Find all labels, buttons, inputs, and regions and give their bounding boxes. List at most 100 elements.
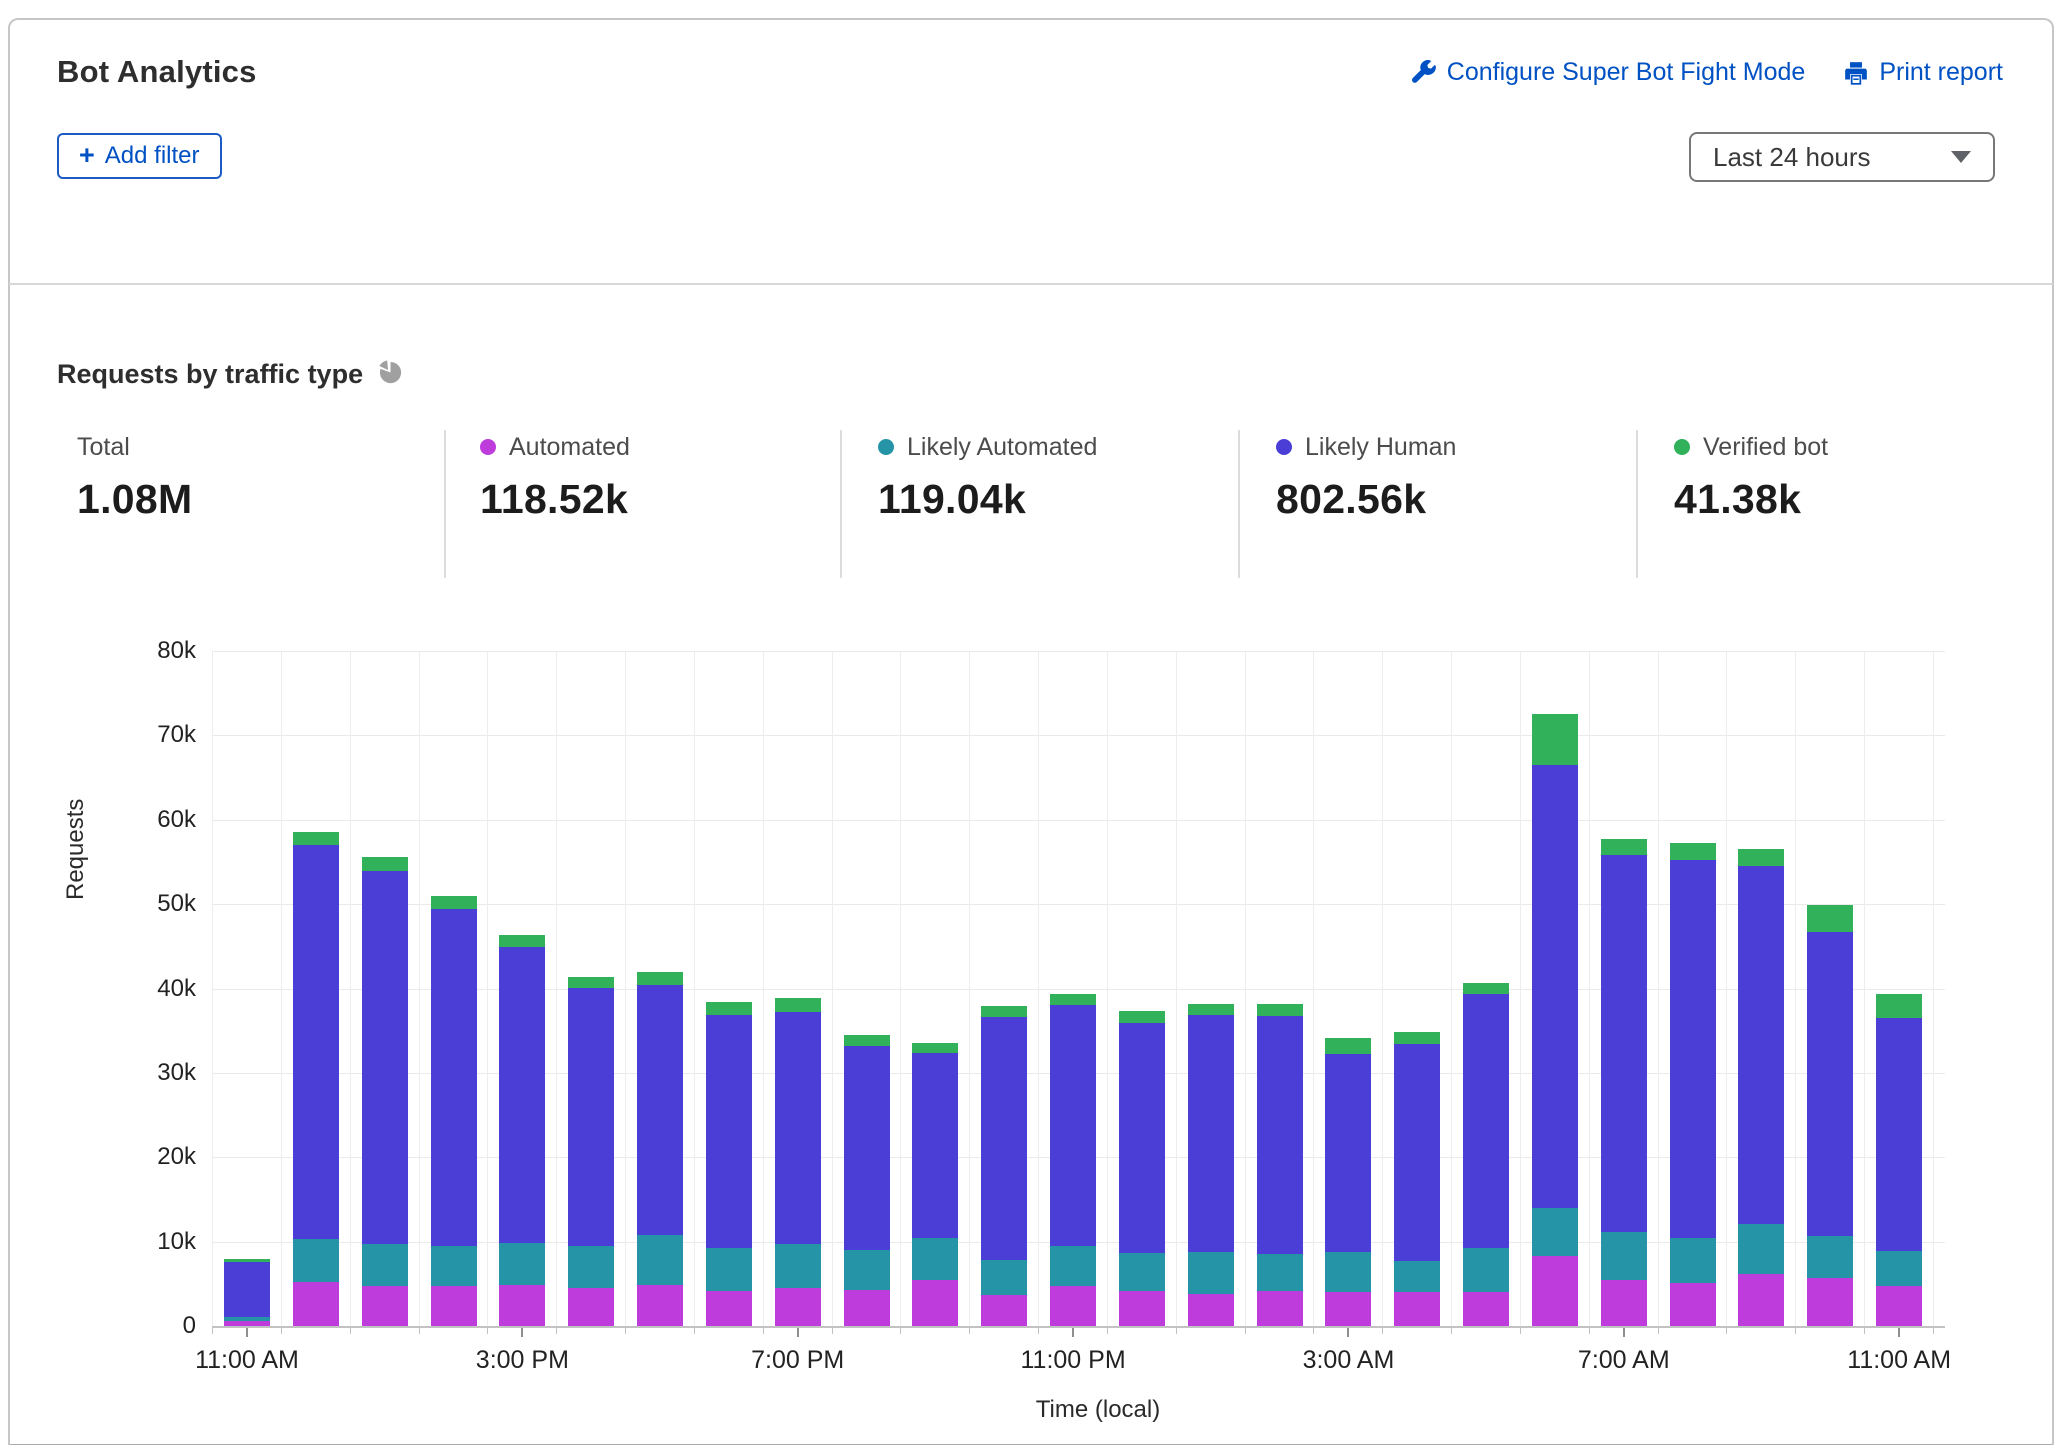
bar-segment-likely-automated[interactable]	[1670, 1238, 1716, 1283]
bar-segment-automated[interactable]	[706, 1291, 752, 1326]
bar-segment-likely-human[interactable]	[1601, 855, 1647, 1231]
bar-segment-automated[interactable]	[1463, 1292, 1509, 1326]
bar-segment-automated[interactable]	[362, 1286, 408, 1326]
bar-segment-verified-bot[interactable]	[1188, 1004, 1234, 1015]
bar-segment-likely-human[interactable]	[1876, 1018, 1922, 1251]
bar-segment-automated[interactable]	[1188, 1294, 1234, 1326]
bar-segment-automated[interactable]	[637, 1285, 683, 1326]
bar-segment-verified-bot[interactable]	[1394, 1032, 1440, 1045]
bar-segment-likely-human[interactable]	[1050, 1005, 1096, 1245]
bar-9-00-am[interactable]	[1738, 849, 1784, 1326]
bar-segment-verified-bot[interactable]	[1050, 994, 1096, 1005]
bar-segment-likely-automated[interactable]	[912, 1238, 958, 1279]
bar-segment-likely-automated[interactable]	[1876, 1251, 1922, 1286]
bar-segment-likely-human[interactable]	[362, 871, 408, 1244]
bar-segment-likely-automated[interactable]	[637, 1235, 683, 1285]
bar-segment-verified-bot[interactable]	[293, 832, 339, 845]
bar-5-00-am[interactable]	[1463, 983, 1509, 1326]
bar-segment-likely-automated[interactable]	[293, 1239, 339, 1282]
bar-segment-likely-human[interactable]	[844, 1046, 890, 1250]
bar-segment-verified-bot[interactable]	[224, 1259, 270, 1262]
bar-segment-likely-automated[interactable]	[1050, 1246, 1096, 1286]
print-report-link[interactable]: Print report	[1843, 58, 2003, 87]
bar-segment-likely-human[interactable]	[981, 1017, 1027, 1260]
time-range-dropdown[interactable]: Last 24 hours	[1689, 132, 1995, 182]
bar-segment-automated[interactable]	[775, 1288, 821, 1326]
bar-segment-automated[interactable]	[1601, 1280, 1647, 1326]
bar-segment-likely-automated[interactable]	[1394, 1261, 1440, 1292]
bar-segment-likely-automated[interactable]	[1601, 1232, 1647, 1280]
bar-segment-verified-bot[interactable]	[1325, 1038, 1371, 1054]
bar-segment-likely-human[interactable]	[568, 988, 614, 1246]
bar-segment-likely-automated[interactable]	[499, 1243, 545, 1284]
bar-segment-likely-automated[interactable]	[1738, 1224, 1784, 1274]
bar-11-00-am[interactable]	[224, 1259, 270, 1327]
bar-segment-verified-bot[interactable]	[362, 857, 408, 871]
bar-segment-automated[interactable]	[1394, 1292, 1440, 1326]
bar-6-00-pm[interactable]	[706, 1002, 752, 1326]
bar-segment-automated[interactable]	[1807, 1278, 1853, 1326]
bar-segment-likely-automated[interactable]	[224, 1317, 270, 1321]
bar-segment-likely-automated[interactable]	[706, 1248, 752, 1290]
bar-segment-likely-human[interactable]	[637, 985, 683, 1235]
bar-7-00-pm[interactable]	[775, 998, 821, 1326]
bar-segment-likely-automated[interactable]	[1325, 1252, 1371, 1293]
bar-segment-likely-human[interactable]	[706, 1015, 752, 1249]
bar-segment-verified-bot[interactable]	[568, 977, 614, 988]
bar-segment-verified-bot[interactable]	[706, 1002, 752, 1015]
bar-segment-automated[interactable]	[1119, 1291, 1165, 1326]
bar-10-00-pm[interactable]	[981, 1006, 1027, 1326]
bar-segment-verified-bot[interactable]	[775, 998, 821, 1012]
bar-3-00-am[interactable]	[1325, 1038, 1371, 1326]
bar-5-00-pm[interactable]	[637, 972, 683, 1326]
bar-9-00-pm[interactable]	[912, 1043, 958, 1326]
bar-11-00-pm[interactable]	[1050, 994, 1096, 1326]
bar-segment-likely-human[interactable]	[1188, 1015, 1234, 1252]
bar-segment-likely-human[interactable]	[1738, 866, 1784, 1224]
bar-segment-likely-human[interactable]	[775, 1012, 821, 1244]
bar-4-00-pm[interactable]	[568, 977, 614, 1326]
bar-segment-verified-bot[interactable]	[1532, 714, 1578, 765]
bar-segment-verified-bot[interactable]	[1670, 843, 1716, 860]
bar-segment-verified-bot[interactable]	[1876, 994, 1922, 1018]
bar-segment-automated[interactable]	[1050, 1286, 1096, 1327]
bar-segment-automated[interactable]	[1257, 1291, 1303, 1326]
bar-3-00-pm[interactable]	[499, 935, 545, 1326]
bar-segment-verified-bot[interactable]	[1807, 905, 1853, 932]
bar-segment-verified-bot[interactable]	[1119, 1011, 1165, 1023]
bar-segment-likely-human[interactable]	[1532, 765, 1578, 1208]
bar-segment-verified-bot[interactable]	[499, 935, 545, 947]
add-filter-button[interactable]: + Add filter	[57, 133, 222, 179]
bar-segment-likely-human[interactable]	[1807, 932, 1853, 1236]
bar-2-00-am[interactable]	[1257, 1004, 1303, 1326]
bar-segment-likely-automated[interactable]	[1807, 1236, 1853, 1278]
bar-segment-likely-human[interactable]	[499, 947, 545, 1243]
bar-segment-automated[interactable]	[1670, 1283, 1716, 1326]
bar-segment-verified-bot[interactable]	[1463, 983, 1509, 995]
bar-segment-likely-human[interactable]	[1670, 860, 1716, 1238]
bar-segment-automated[interactable]	[224, 1321, 270, 1326]
bar-12-00-am[interactable]	[1119, 1011, 1165, 1326]
bar-segment-verified-bot[interactable]	[981, 1006, 1027, 1017]
bar-1-00-pm[interactable]	[362, 857, 408, 1326]
bar-8-00-pm[interactable]	[844, 1035, 890, 1326]
bar-segment-likely-automated[interactable]	[568, 1246, 614, 1288]
bar-segment-likely-automated[interactable]	[431, 1246, 477, 1287]
bar-segment-likely-automated[interactable]	[1463, 1248, 1509, 1293]
bar-segment-likely-human[interactable]	[293, 845, 339, 1239]
bar-12-00-pm[interactable]	[293, 832, 339, 1326]
bar-segment-verified-bot[interactable]	[844, 1035, 890, 1046]
bar-segment-automated[interactable]	[1876, 1286, 1922, 1327]
bar-segment-verified-bot[interactable]	[1257, 1004, 1303, 1016]
bar-segment-likely-human[interactable]	[1257, 1016, 1303, 1255]
bar-segment-automated[interactable]	[568, 1288, 614, 1326]
bar-segment-automated[interactable]	[1532, 1256, 1578, 1326]
bar-segment-likely-automated[interactable]	[1119, 1253, 1165, 1290]
bar-segment-verified-bot[interactable]	[431, 896, 477, 910]
bar-segment-verified-bot[interactable]	[1601, 839, 1647, 855]
bar-segment-verified-bot[interactable]	[912, 1043, 958, 1053]
bar-segment-verified-bot[interactable]	[637, 972, 683, 985]
bar-2-00-pm[interactable]	[431, 896, 477, 1326]
bar-segment-likely-human[interactable]	[431, 909, 477, 1246]
bar-7-00-am[interactable]	[1601, 839, 1647, 1326]
